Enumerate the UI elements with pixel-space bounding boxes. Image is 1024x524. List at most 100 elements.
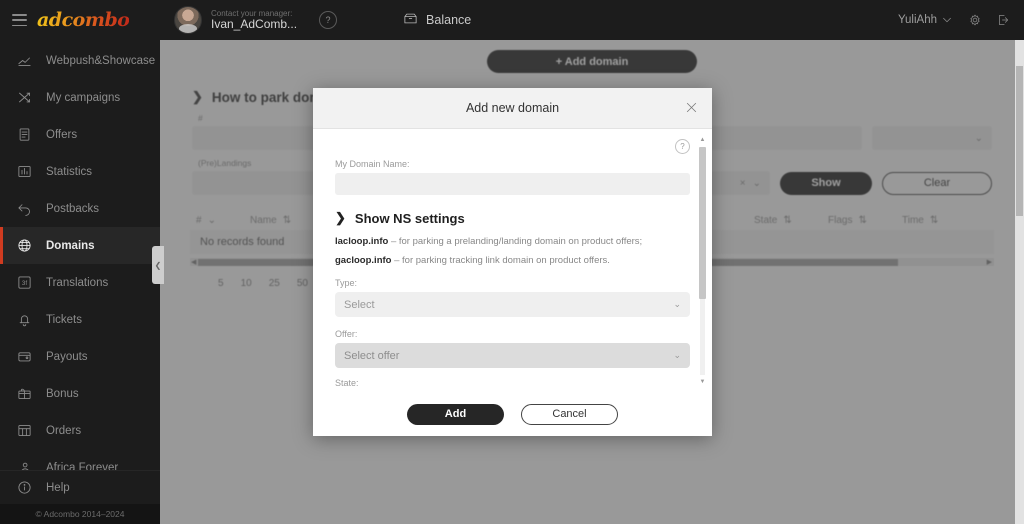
sidebar-help-label: Help: [46, 481, 70, 494]
show-ns-settings-label: Show NS settings: [354, 210, 465, 226]
cancel-button[interactable]: Cancel: [521, 403, 618, 425]
top-bar: Contact your manager: Ivan_AdComb... ? B…: [160, 0, 1024, 40]
scrollbar-thumb[interactable]: [699, 147, 706, 299]
type-value: Select: [344, 298, 375, 311]
add-new-domain-modal: Add new domain ? My Domain Name: ❯ Show …: [313, 88, 712, 436]
domain-name-gacloop: gacloop.info: [335, 255, 392, 266]
sidebar-collapse-handle[interactable]: ❮: [152, 246, 164, 284]
balance-button[interactable]: Balance: [403, 11, 471, 29]
wallet-icon: [16, 349, 32, 365]
translate-icon: 3f: [16, 275, 32, 291]
sidebar-item-label: Postbacks: [46, 202, 100, 215]
sidebar-item-statistics[interactable]: Statistics: [0, 153, 160, 190]
help-question-icon[interactable]: ?: [675, 139, 690, 154]
close-icon[interactable]: [684, 100, 699, 115]
sidebar-item-postbacks[interactable]: Postbacks: [0, 190, 160, 227]
chevron-right-icon: ❯: [335, 210, 346, 225]
gear-icon[interactable]: [968, 13, 982, 27]
sidebar-item-translations[interactable]: 3f Translations: [0, 264, 160, 301]
wallet-icon: [403, 11, 418, 29]
sidebar-item-label: Tickets: [46, 313, 82, 326]
sidebar-nav: Webpush&Showcase My campaigns Offers Statis…: [0, 40, 160, 470]
sidebar-item-label: Domains: [46, 239, 95, 252]
sidebar-item-orders[interactable]: Orders: [0, 412, 160, 449]
user-name: YuliAhh: [897, 14, 937, 26]
sidebar-item-label: Webpush&Showcase: [46, 54, 156, 67]
state-field-group: State:: [335, 378, 690, 388]
page-vertical-scrollbar[interactable]: [1015, 40, 1024, 524]
sidebar-item-label: Orders: [46, 424, 82, 437]
state-label: State:: [335, 378, 359, 388]
modal-footer: Add Cancel: [313, 391, 712, 436]
manager-name[interactable]: Ivan_AdComb...: [211, 17, 297, 32]
chevron-down-icon: [940, 13, 954, 27]
svg-text:3f: 3f: [21, 280, 26, 287]
top-right-actions: YuliAhh: [898, 13, 1024, 27]
undo-arrow-icon: [16, 201, 32, 217]
type-label: Type:: [335, 278, 358, 288]
info-line-text: – for parking tracking link domain on pr…: [391, 255, 610, 266]
menu-toggle-icon[interactable]: [12, 14, 27, 26]
type-field-group: Type: Select ⌄: [335, 278, 690, 317]
adcombo-logo[interactable]: adcombo: [37, 9, 130, 31]
user-menu[interactable]: YuliAhh: [898, 13, 954, 27]
gift-icon: [16, 386, 32, 402]
app-root: adcombo Webpush&Showcase My campaigns Offe…: [0, 0, 1024, 524]
show-ns-settings-toggle[interactable]: ❯ Show NS settings: [335, 210, 690, 226]
sidebar-item-payouts[interactable]: Payouts: [0, 338, 160, 375]
domain-name-input[interactable]: [335, 173, 690, 195]
logout-icon[interactable]: [996, 13, 1010, 27]
sidebar-item-domains[interactable]: Domains: [0, 227, 160, 264]
sidebar-item-label: Payouts: [46, 350, 88, 363]
copyright-text: © Adcombo 2014–2024: [0, 504, 160, 524]
chevron-down-icon: ⌄: [673, 299, 681, 309]
manager-info: Contact your manager: Ivan_AdComb...: [211, 9, 297, 32]
offer-select[interactable]: Select offer ⌄: [335, 343, 690, 368]
sidebar-item-label: Africa Forever: [46, 461, 119, 471]
globe-icon: [16, 238, 32, 254]
sidebar: adcombo Webpush&Showcase My campaigns Offe…: [0, 0, 160, 524]
table-icon: [16, 423, 32, 439]
sidebar-item-webpush-showcase[interactable]: Webpush&Showcase: [0, 42, 160, 79]
sidebar-header: adcombo: [0, 0, 160, 40]
sidebar-item-tickets[interactable]: Tickets: [0, 301, 160, 338]
webpush-icon: [16, 53, 32, 69]
domain-name-lacloop: lacloop.info: [335, 236, 389, 247]
scrollbar-thumb[interactable]: [1016, 66, 1023, 216]
scroll-up-icon[interactable]: ▲: [699, 137, 706, 143]
user-badge-icon: [16, 460, 32, 470]
sidebar-item-label: Statistics: [46, 165, 93, 178]
modal-vertical-scrollbar[interactable]: ▲ ▼: [699, 137, 706, 385]
sidebar-item-bonus[interactable]: Bonus: [0, 375, 160, 412]
sidebar-item-label: My campaigns: [46, 91, 121, 104]
manager-avatar[interactable]: [174, 6, 202, 34]
sidebar-item-help[interactable]: Help: [0, 470, 160, 504]
offer-label: Offer:: [335, 329, 358, 339]
type-select[interactable]: Select ⌄: [335, 292, 690, 317]
balance-label: Balance: [426, 13, 472, 27]
domain-name-label: My Domain Name:: [335, 159, 410, 169]
scroll-down-icon[interactable]: ▼: [699, 379, 706, 385]
modal-body: ? My Domain Name: ❯ Show NS settings lac…: [313, 129, 712, 391]
sidebar-item-label: Translations: [46, 276, 109, 289]
sidebar-item-offers[interactable]: Offers: [0, 116, 160, 153]
modal-title: Add new domain: [465, 101, 560, 115]
offer-value: Select offer: [344, 349, 400, 362]
sidebar-item-africa-forever[interactable]: Africa Forever: [0, 449, 160, 470]
bell-icon: [16, 312, 32, 328]
sidebar-item-label: Bonus: [46, 387, 79, 400]
help-question-icon[interactable]: ?: [319, 11, 338, 29]
chevron-down-icon: ⌄: [673, 350, 681, 360]
info-line: lacloop.info – for parking a prelanding/…: [335, 236, 690, 247]
bar-chart-icon: [16, 164, 32, 180]
info-line: gacloop.info – for parking tracking link…: [335, 255, 690, 266]
info-circle-icon: [16, 480, 32, 496]
shuffle-icon: [16, 90, 32, 106]
sidebar-item-label: Offers: [46, 128, 78, 141]
modal-header: Add new domain: [313, 88, 712, 129]
list-icon: [16, 127, 32, 143]
sidebar-item-my-campaigns[interactable]: My campaigns: [0, 79, 160, 116]
info-line-text: – for parking a prelanding/landing domai…: [388, 236, 643, 247]
add-button[interactable]: Add: [407, 403, 504, 425]
offer-field-group: Offer: Select offer ⌄: [335, 329, 690, 368]
